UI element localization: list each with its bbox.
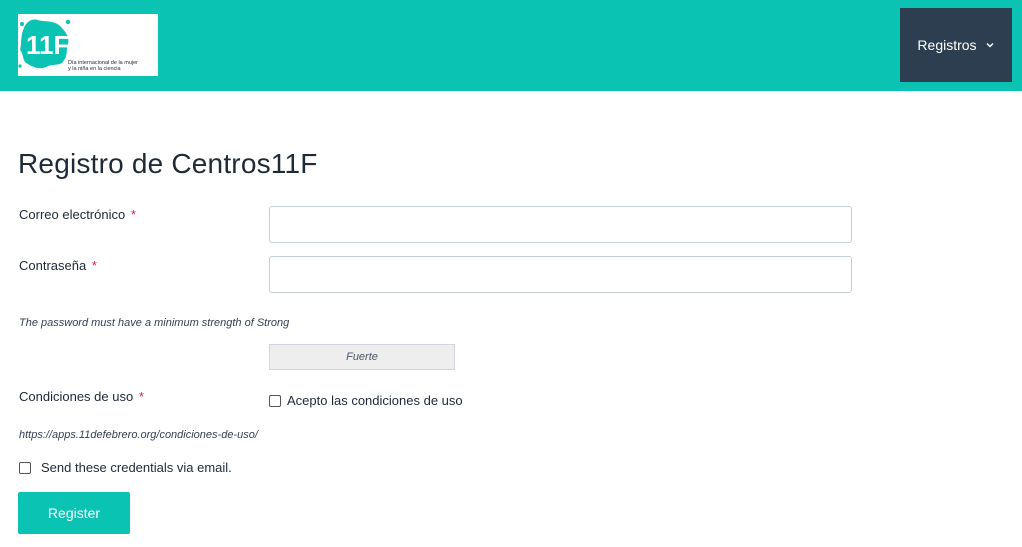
terms-label-text: Condiciones de uso — [19, 389, 134, 404]
password-label-text: Contraseña — [19, 258, 87, 273]
registros-menu-label: Registros — [917, 37, 977, 53]
required-asterisk: * — [130, 207, 136, 222]
send-credentials-checkbox[interactable] — [19, 461, 31, 474]
accept-terms-checkbox[interactable] — [269, 394, 281, 407]
terms-link[interactable]: https://apps.11defebrero.org/condiciones… — [19, 429, 258, 441]
accept-terms-row[interactable]: Acepto las condiciones de uso — [269, 393, 463, 408]
password-strength-indicator: Fuerte — [269, 344, 455, 370]
logo-wordmark-part: 11Febrero — [26, 30, 150, 60]
top-header: 11Febrero Día internacional de la mujer … — [0, 0, 1022, 91]
required-asterisk: * — [138, 389, 144, 404]
email-label: Correo electrónico * — [19, 207, 136, 222]
password-strength-hint: The password must have a minimum strengt… — [19, 317, 290, 329]
site-logo[interactable]: 11Febrero Día internacional de la mujer … — [18, 14, 158, 76]
page-title: Registro de Centros11F — [18, 148, 318, 179]
password-field[interactable] — [269, 256, 852, 293]
send-credentials-label: Send these credentials via email. — [41, 460, 232, 475]
email-field[interactable] — [269, 206, 852, 243]
send-credentials-row[interactable]: Send these credentials via email. — [19, 460, 232, 475]
register-button[interactable]: Register — [18, 492, 130, 534]
logo-subtitle: Día internacional de la mujer y la niña … — [68, 60, 139, 72]
required-asterisk: * — [91, 258, 97, 273]
email-label-text: Correo electrónico — [19, 207, 126, 222]
registros-menu-button[interactable]: Registros — [900, 8, 1012, 82]
accept-terms-label: Acepto las condiciones de uso — [287, 393, 463, 408]
password-label: Contraseña * — [19, 258, 97, 273]
chevron-down-icon — [985, 40, 995, 50]
terms-label: Condiciones de uso * — [19, 389, 144, 404]
